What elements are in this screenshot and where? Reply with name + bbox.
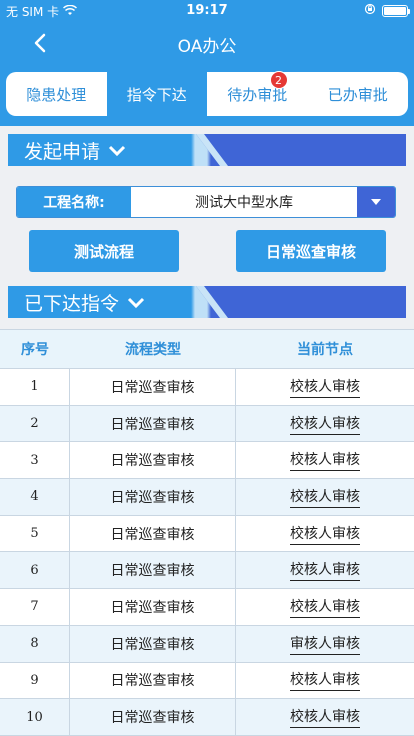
caret-down-icon	[371, 199, 381, 205]
status-bar: 无 SIM 卡 19:17	[0, 0, 414, 22]
project-selector: 工程名称: 测试大中型水库	[16, 186, 396, 218]
section-title-text: 已下达指令	[24, 293, 120, 315]
row-no: 6	[0, 552, 70, 589]
notification-badge: 2	[269, 71, 288, 89]
row-node-cell: 校核人审核	[236, 406, 414, 442]
row-no: 3	[0, 442, 70, 479]
table-header: 序号 流程类型 当前节点	[0, 329, 414, 369]
page-title: OA办公	[177, 37, 237, 57]
project-dropdown-button[interactable]	[357, 187, 395, 217]
header-node: 当前节点	[297, 342, 353, 358]
table-row[interactable]: 2 日常巡查审核 校核人审核	[0, 405, 414, 443]
table-body: 1 日常巡查审核 校核人审核 2 日常巡查审核 校核人审核 3 日常巡查审核 校核人审核 4 日常巡…	[0, 369, 414, 736]
status-right	[364, 3, 410, 18]
row-node-link[interactable]: 校核人审核	[290, 559, 360, 582]
chevron-down-icon	[108, 145, 126, 156]
row-node-link[interactable]: 校核人审核	[290, 706, 360, 729]
header-type: 流程类型	[125, 342, 181, 358]
row-type: 日常巡查审核	[70, 515, 236, 552]
row-type: 日常巡查审核	[70, 662, 236, 699]
row-no: 4	[0, 479, 70, 515]
row-node-link[interactable]: 校核人审核	[290, 376, 360, 398]
row-node-link[interactable]: 校核人审核	[290, 449, 360, 472]
battery-icon	[382, 4, 410, 17]
row-node-cell: 校核人审核	[236, 663, 414, 699]
row-node-link[interactable]: 校核人审核	[290, 596, 360, 618]
row-node-link[interactable]: 校核人审核	[290, 413, 360, 435]
row-node-cell: 校核人审核	[236, 369, 414, 405]
header-decoration	[196, 134, 406, 166]
row-node-link[interactable]: 审核人审核	[290, 633, 360, 655]
row-node-link[interactable]: 校核人审核	[290, 669, 360, 692]
test-flow-button[interactable]: 测试流程	[29, 230, 179, 272]
tab-label: 已办审批	[327, 85, 388, 104]
row-type: 日常巡查审核	[70, 552, 236, 589]
tab-pending-approval[interactable]: 待办审批 2	[207, 71, 308, 116]
tab-label: 指令下达	[126, 85, 187, 104]
status-time: 19:17	[186, 3, 228, 18]
row-node-cell: 校核人审核	[236, 552, 414, 588]
row-type: 日常巡查审核	[70, 369, 236, 405]
row-no: 8	[0, 625, 70, 662]
row-node-cell: 校核人审核	[236, 699, 414, 735]
table-row[interactable]: 4 日常巡查审核 校核人审核	[0, 479, 414, 516]
section-title-text: 发起申请	[24, 141, 101, 163]
row-no: 5	[0, 515, 70, 552]
table-row[interactable]: 10 日常巡查审核 校核人审核	[0, 699, 414, 736]
row-node-link[interactable]: 校核人审核	[290, 486, 360, 508]
tab-bar: 隐患处理 指令下达 待办审批 2 已办审批	[6, 71, 409, 116]
tab-bar-container: 隐患处理 指令下达 待办审批 2 已办审批	[0, 64, 414, 126]
orientation-lock-icon	[364, 3, 376, 18]
instruction-table: 序号 流程类型 当前节点 1 日常巡查审核 校核人审核 2 日常巡查审核 校核人审核 3 日常…	[0, 329, 414, 736]
row-node-cell: 校核人审核	[236, 589, 414, 625]
row-type: 日常巡查审核	[70, 699, 236, 735]
row-type: 日常巡查审核	[70, 405, 236, 442]
row-node-cell: 审核人审核	[236, 626, 414, 662]
table-row[interactable]: 6 日常巡查审核 校核人审核	[0, 552, 414, 590]
tab-issue-instruction[interactable]: 指令下达	[106, 72, 207, 116]
table-row[interactable]: 7 日常巡查审核 校核人审核	[0, 589, 414, 626]
row-no: 9	[0, 662, 70, 699]
tab-completed-approval[interactable]: 已办审批	[308, 72, 409, 116]
row-node-cell: 校核人审核	[236, 442, 414, 478]
row-type: 日常巡查审核	[70, 442, 236, 479]
chevron-down-icon	[127, 297, 145, 308]
table-row[interactable]: 1 日常巡查审核 校核人审核	[0, 369, 414, 406]
daily-inspection-review-button[interactable]: 日常巡查审核	[236, 230, 386, 272]
row-no: 7	[0, 589, 70, 625]
row-node-link[interactable]: 校核人审核	[290, 523, 360, 545]
nav-bar: OA办公	[0, 22, 414, 64]
table-row[interactable]: 3 日常巡查审核 校核人审核	[0, 442, 414, 480]
tab-label: 隐患处理	[26, 85, 87, 104]
project-name-value[interactable]: 测试大中型水库	[131, 187, 357, 217]
row-node-cell: 校核人审核	[236, 479, 414, 515]
row-type: 日常巡查审核	[70, 589, 236, 625]
row-no: 10	[0, 699, 70, 735]
table-row[interactable]: 9 日常巡查审核 校核人审核	[0, 662, 414, 700]
header-decoration	[196, 286, 406, 318]
table-row[interactable]: 8 日常巡查审核 审核人审核	[0, 625, 414, 663]
row-no: 2	[0, 405, 70, 442]
issued-section-title: 已下达指令	[24, 289, 145, 316]
table-row[interactable]: 5 日常巡查审核 校核人审核	[0, 515, 414, 553]
row-no: 1	[0, 369, 70, 405]
header-no: 序号	[21, 342, 49, 358]
row-type: 日常巡查审核	[70, 479, 236, 515]
launch-section-header[interactable]: 发起申请	[8, 134, 406, 166]
launch-section-title: 发起申请	[24, 137, 126, 164]
tab-hazard-handling[interactable]: 隐患处理	[6, 72, 107, 116]
row-type: 日常巡查审核	[70, 625, 236, 662]
issued-section-header[interactable]: 已下达指令	[8, 286, 406, 318]
project-name-label: 工程名称:	[17, 187, 131, 217]
row-node-cell: 校核人审核	[236, 516, 414, 552]
